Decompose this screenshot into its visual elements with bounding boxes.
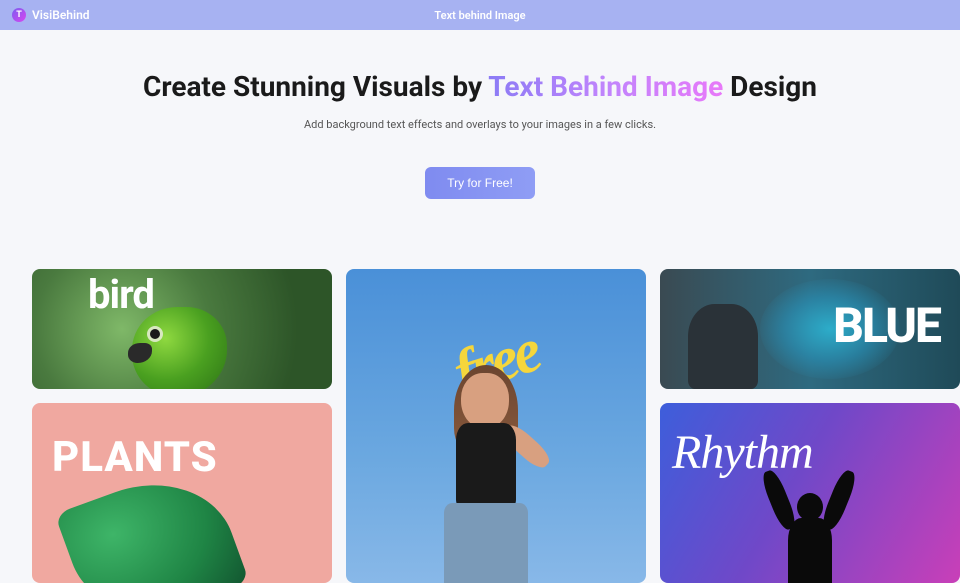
gallery-card-free[interactable]: free: [346, 269, 646, 583]
hero-title-highlight: Text Behind Image: [488, 70, 723, 103]
dancer-graphic: [740, 463, 880, 583]
brand-name: VisiBehind: [32, 8, 90, 22]
try-free-button[interactable]: Try for Free!: [425, 167, 535, 199]
header: T VisiBehind Text behind Image: [0, 0, 960, 30]
brand-logo[interactable]: T VisiBehind: [12, 8, 90, 22]
logo-icon: T: [12, 8, 26, 22]
parrot-graphic: [132, 307, 227, 389]
hero-title: Create Stunning Visuals by Text Behind I…: [20, 70, 940, 104]
gallery-card-bird[interactable]: bird: [32, 269, 332, 389]
card-text-plants: PLANTS: [52, 433, 218, 482]
hero-subtitle: Add background text effects and overlays…: [20, 118, 940, 131]
gallery: bird PLANTS free BLUE Rhythm: [16, 269, 944, 583]
woman-graphic: [426, 373, 566, 583]
card-text-bird: bird: [88, 271, 154, 318]
gallery-card-blue[interactable]: BLUE: [660, 269, 960, 389]
hero-title-pre: Create Stunning Visuals by: [143, 70, 488, 103]
header-nav-link[interactable]: Text behind Image: [434, 9, 525, 22]
hero-title-post: Design: [723, 70, 817, 103]
gallery-card-rhythm[interactable]: Rhythm: [660, 403, 960, 583]
card-text-blue: BLUE: [833, 297, 940, 354]
hero-section: Create Stunning Visuals by Text Behind I…: [0, 30, 960, 229]
gallery-card-plants[interactable]: PLANTS: [32, 403, 332, 583]
person-graphic: [688, 304, 758, 389]
